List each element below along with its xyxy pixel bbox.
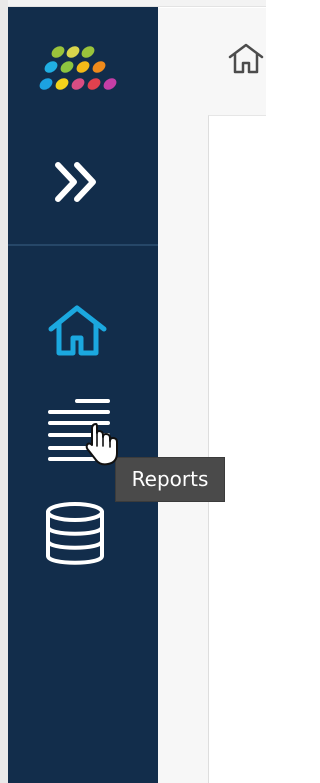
sidebar-item-database[interactable] bbox=[46, 502, 114, 573]
reports-lines-icon bbox=[48, 399, 110, 461]
application-frame: Reports bbox=[0, 0, 266, 783]
main-content-area bbox=[158, 8, 266, 783]
expand-sidebar-button[interactable] bbox=[52, 157, 104, 209]
double-chevron-right-icon bbox=[55, 162, 96, 202]
sidebar-divider bbox=[8, 244, 158, 246]
colorful-dots-logo-icon bbox=[38, 45, 120, 105]
reports-tooltip: Reports bbox=[115, 457, 225, 502]
left-window-edge bbox=[0, 0, 8, 783]
logo-shapes bbox=[39, 46, 117, 90]
top-window-edge bbox=[8, 0, 266, 7]
home-icon bbox=[48, 305, 107, 356]
database-icon bbox=[46, 502, 104, 565]
sidebar-item-reports[interactable] bbox=[46, 399, 116, 469]
breadcrumb-home[interactable] bbox=[228, 42, 264, 76]
home-outline-icon bbox=[228, 43, 264, 74]
sidebar bbox=[8, 7, 158, 783]
content-panel bbox=[208, 115, 266, 783]
sidebar-item-home[interactable] bbox=[46, 304, 112, 360]
